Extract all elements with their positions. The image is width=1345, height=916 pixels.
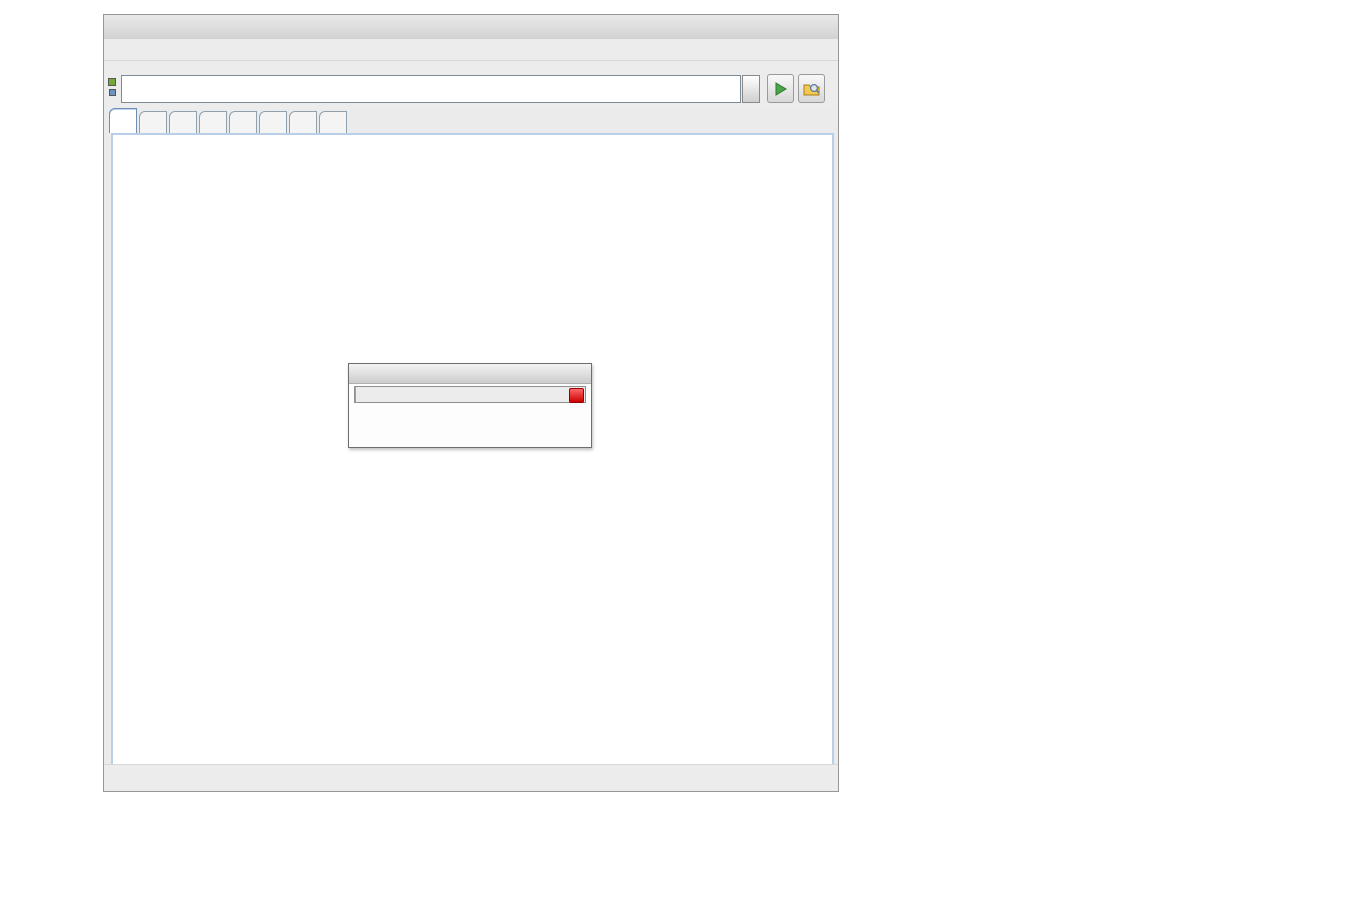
window-titlebar[interactable] — [104, 15, 838, 40]
plot-canvas[interactable] — [113, 135, 832, 765]
progress-bar-fill — [355, 387, 356, 402]
datasource-type-icon — [108, 78, 116, 86]
tab-script[interactable] — [289, 111, 317, 133]
progress-monitor-dialog — [348, 363, 592, 448]
play-icon — [773, 81, 789, 97]
uri-dropdown-button[interactable] — [742, 75, 760, 103]
go-button[interactable] — [767, 74, 794, 103]
datasource-type-icon2 — [109, 89, 116, 96]
autoplot-window — [103, 14, 839, 792]
uri-toolbar — [104, 61, 838, 109]
folder-search-icon — [803, 81, 821, 97]
tab-console[interactable] — [319, 111, 347, 133]
inspect-uri-button[interactable] — [798, 74, 825, 103]
tab-canvas[interactable] — [109, 108, 137, 133]
progress-dialog-titlebar[interactable] — [349, 364, 591, 384]
tabstrip — [104, 109, 838, 133]
tab-layout[interactable] — [199, 111, 227, 133]
tab-axes[interactable] — [139, 111, 167, 133]
stop-button[interactable] — [569, 388, 584, 403]
canvas-panel — [111, 133, 834, 767]
plot-area[interactable] — [113, 135, 832, 765]
tab-style[interactable] — [169, 111, 197, 133]
uri-input[interactable] — [121, 75, 741, 103]
progress-bar — [354, 386, 586, 403]
statusbar — [104, 764, 838, 791]
tab-metadata[interactable] — [259, 111, 287, 133]
tab-data[interactable] — [229, 111, 257, 133]
menubar — [104, 39, 838, 61]
